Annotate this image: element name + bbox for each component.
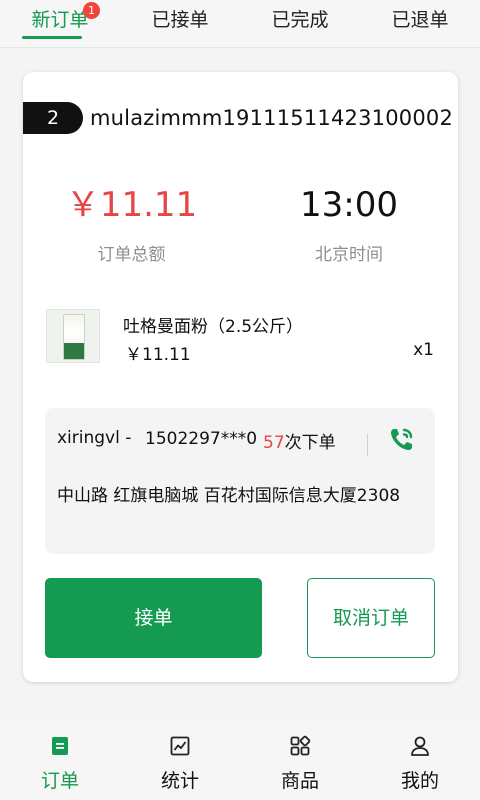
customer-name: xiringvl - xyxy=(57,428,132,448)
accept-order-button[interactable]: 接单 xyxy=(45,578,262,658)
nav-orders[interactable]: 订单 xyxy=(0,720,120,800)
order-number: mulazimmm19111511423100002 xyxy=(90,106,454,130)
chart-icon xyxy=(170,736,190,756)
order-list-icon xyxy=(52,737,68,755)
tab-label: 已退单 xyxy=(391,9,449,31)
tab-accepted[interactable]: 已接单 xyxy=(120,0,240,48)
customer-info-panel: xiringvl - 1502297***0 57次下单 中山路 红旗电脑城 百… xyxy=(45,408,435,554)
user-icon xyxy=(411,736,429,756)
order-count-number: 57 xyxy=(263,433,285,453)
order-card: 2 mulazimmm19111511423100002 ￥11.11 订单总额… xyxy=(23,72,458,682)
active-tab-indicator xyxy=(22,36,82,39)
nav-statistics[interactable]: 统计 xyxy=(120,720,240,800)
nav-label: 商品 xyxy=(280,770,319,792)
nav-profile[interactable]: 我的 xyxy=(360,720,480,800)
tab-label: 已接单 xyxy=(151,9,209,31)
customer-order-count: 57次下单 xyxy=(263,428,336,453)
tab-label: 新订单 xyxy=(31,9,89,31)
tab-label: 已完成 xyxy=(271,9,329,31)
order-count-suffix: 次下单 xyxy=(284,433,336,453)
new-order-badge: 1 xyxy=(83,2,100,19)
order-amount-label: 订单总额 xyxy=(97,245,166,265)
phone-call-icon[interactable] xyxy=(387,424,417,454)
order-status-tabs: 新订单 1 已接单 已完成 已退单 xyxy=(0,0,480,48)
customer-phone: 1502297***0 xyxy=(145,429,258,449)
tab-new-orders[interactable]: 新订单 1 xyxy=(0,0,120,48)
order-sequence-badge: 2 xyxy=(23,102,83,134)
tab-refunded[interactable]: 已退单 xyxy=(360,0,480,48)
nav-label: 我的 xyxy=(400,770,439,792)
product-quantity: x1 xyxy=(413,340,434,360)
order-time-label: 北京时间 xyxy=(315,245,383,265)
product-price: ￥11.11 xyxy=(125,345,191,365)
order-amount: ￥11.11 xyxy=(65,185,198,225)
delivery-address: 中山路 红旗电脑城 百花村国际信息大厦2308 xyxy=(57,486,401,506)
divider xyxy=(367,434,368,456)
order-time: 13:00 xyxy=(300,185,398,225)
grid-icon xyxy=(290,735,311,756)
flour-bag-image xyxy=(46,309,100,363)
tab-completed[interactable]: 已完成 xyxy=(240,0,360,48)
nav-products[interactable]: 商品 xyxy=(240,720,360,800)
bottom-navigation: 订单 统计 商品 我的 xyxy=(0,720,480,800)
cancel-order-button[interactable]: 取消订单 xyxy=(307,578,435,658)
nav-label: 统计 xyxy=(160,770,199,792)
product-name: 吐格曼面粉（2.5公斤） xyxy=(123,317,304,337)
nav-label: 订单 xyxy=(40,770,79,792)
